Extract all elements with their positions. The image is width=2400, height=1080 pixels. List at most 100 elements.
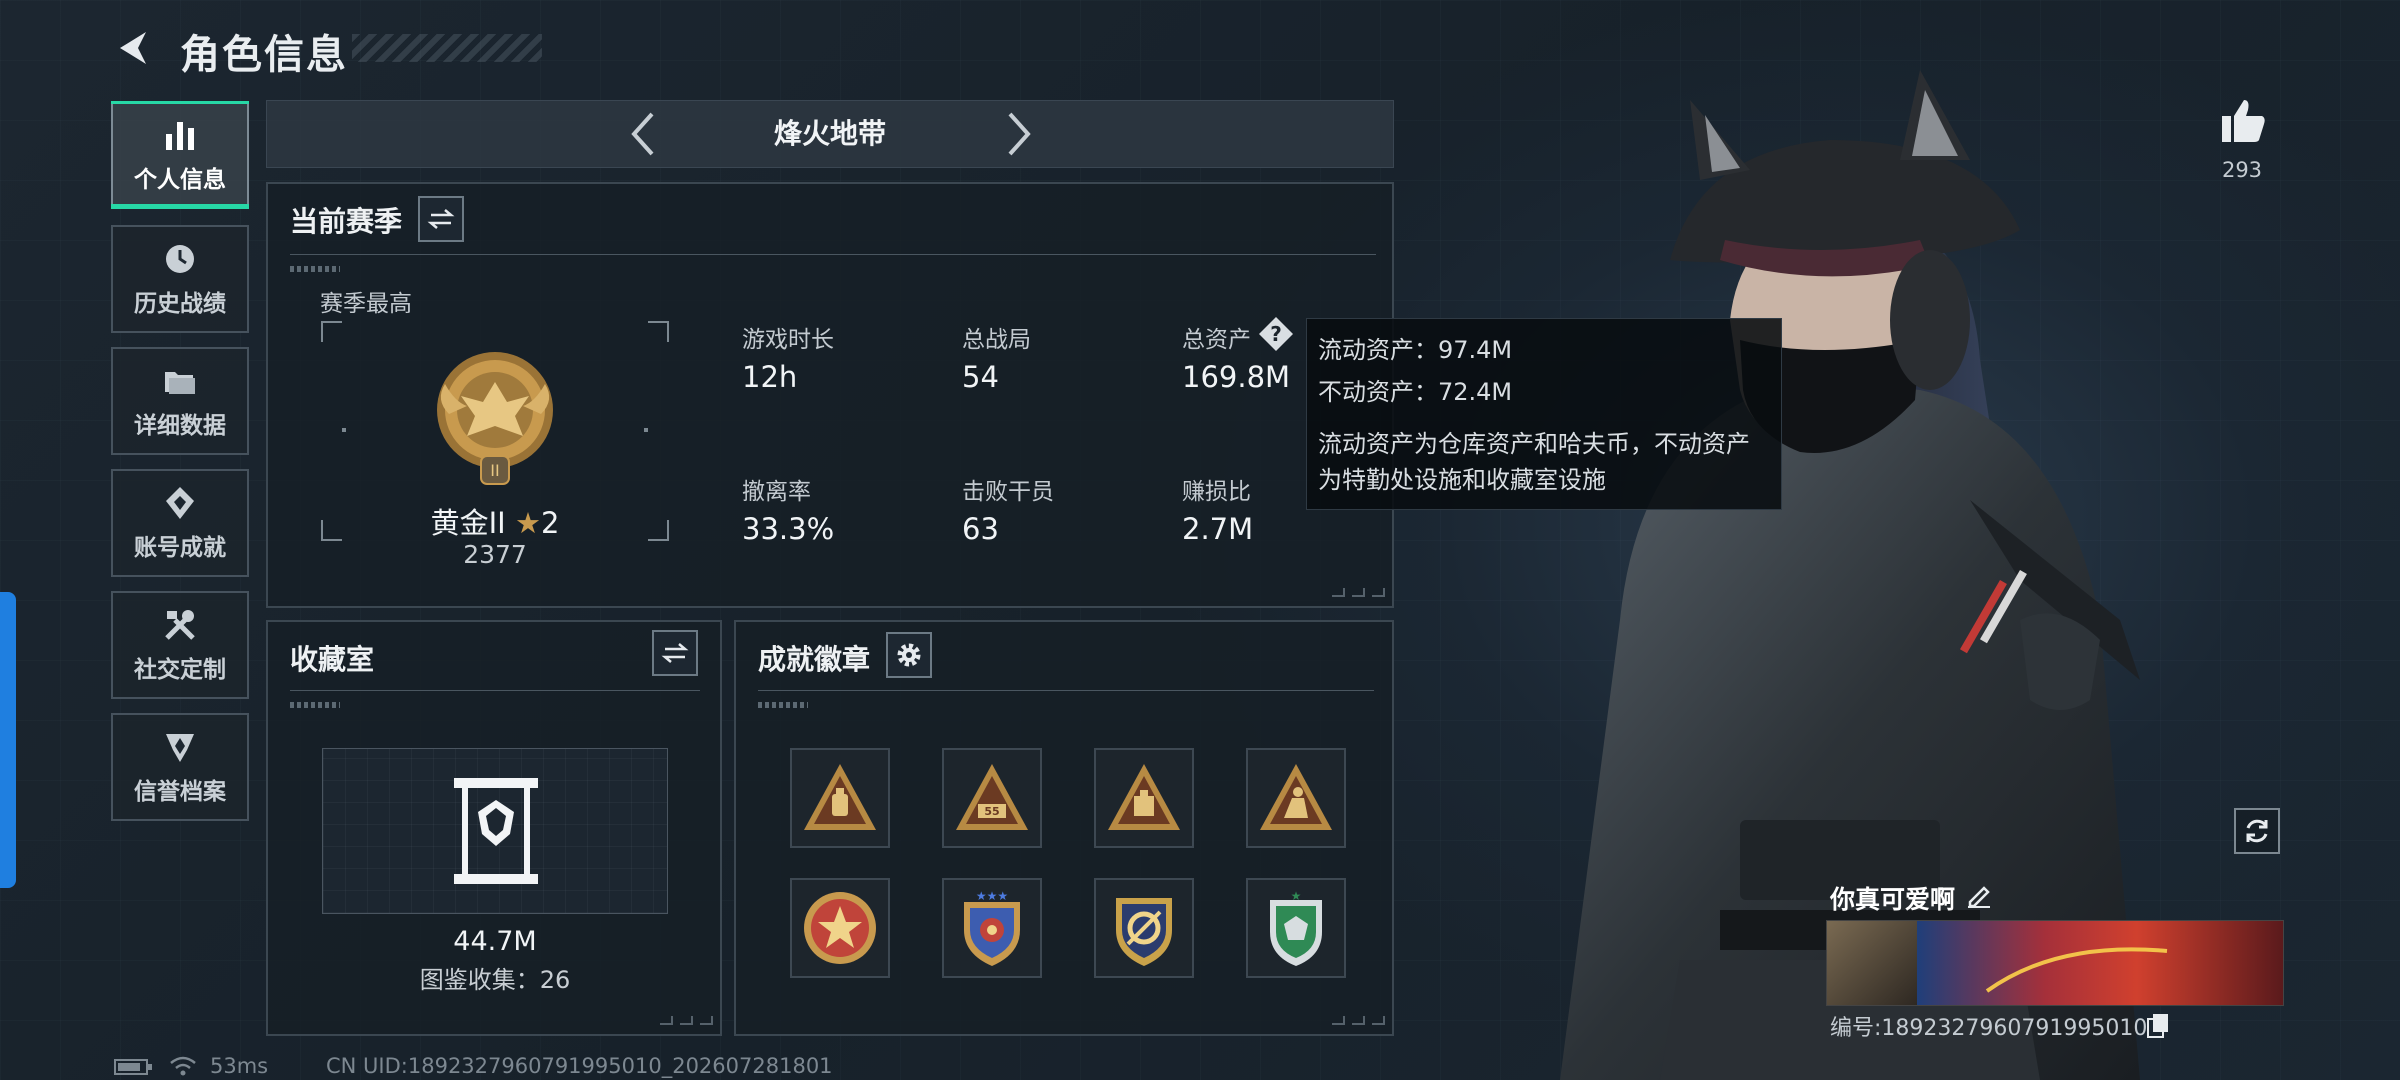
collection-title: 收藏室 [290, 643, 375, 676]
nav-item-reputation[interactable]: 信誉档案 [111, 713, 249, 821]
gold-rank-emblem-icon: II [437, 352, 553, 485]
rank-points: 2377 [463, 540, 527, 569]
tooltip-desc-line1: 流动资产为仓库资产和哈夫币，不动资产 [1318, 430, 1750, 458]
folder-icon [165, 372, 195, 394]
stat-value-playtime: 12h [742, 360, 798, 394]
season-title: 当前赛季 [290, 205, 403, 238]
stat-value-extraction: 33.3% [742, 512, 835, 546]
panel-corner-decoration [660, 1016, 713, 1025]
panel-decoration [758, 702, 808, 708]
achievement-badge-slot[interactable] [1094, 748, 1194, 848]
shield-icon [166, 734, 194, 762]
badge-shield-ring-icon [1116, 898, 1172, 966]
nav-item-achievements[interactable]: 账号成就 [111, 469, 249, 577]
stat-label-profit-ratio: 赚损比 [1182, 479, 1251, 505]
nav-label: 个人信息 [134, 167, 226, 193]
achievements-title: 成就徽章 [758, 643, 871, 676]
bar-chart-icon [166, 122, 194, 150]
nav-label: 信誉档案 [134, 779, 226, 805]
swap-icon [427, 209, 455, 229]
page-title: 角色信息 [180, 32, 348, 78]
rotate-model-button[interactable] [2234, 808, 2280, 854]
achievement-icon [166, 487, 194, 519]
nav-item-social[interactable]: 社交定制 [111, 591, 249, 699]
achievement-badge-slot[interactable]: ★★★ [942, 878, 1042, 978]
achievement-badge-slot[interactable]: 55 [942, 748, 1042, 848]
wifi-icon [170, 1056, 196, 1076]
stat-label-kills: 击败干员 [962, 479, 1054, 505]
help-icon[interactable]: ? [1258, 316, 1294, 352]
achievement-badge-slot[interactable] [790, 878, 890, 978]
svg-text:★★★: ★★★ [976, 889, 1008, 903]
title-decoration [352, 34, 542, 62]
collection-count: 图鉴收集：26 [419, 966, 571, 994]
badge-triangle-bag-icon [804, 764, 876, 830]
badge-shield-green-icon: ★ [1270, 889, 1322, 966]
rank-stars: 2 [540, 506, 560, 540]
nav-item-personal-info[interactable]: 个人信息 [111, 101, 249, 209]
badge-triangle-box-icon [1108, 764, 1180, 830]
tooltip-fixed-assets: 不动资产：72.4M [1318, 378, 1513, 406]
svg-text:?: ? [1270, 322, 1282, 346]
rank-name: 黄金II [430, 506, 506, 540]
panel-decoration [290, 266, 340, 272]
achievement-badge-slot[interactable]: ★ [1246, 878, 1346, 978]
stat-value-assets: 169.8M [1182, 360, 1291, 394]
display-case-icon [454, 778, 538, 884]
svg-text:★: ★ [1291, 889, 1302, 903]
svg-text:55: 55 [984, 805, 999, 818]
player-banner[interactable] [1826, 920, 2284, 1006]
nav-label: 详细数据 [134, 413, 226, 439]
player-id: 编号:1892327960791995010 [1830, 1016, 2148, 1041]
collection-value: 44.7M [453, 926, 537, 957]
like-count: 293 [2221, 158, 2263, 182]
swap-icon [661, 643, 689, 663]
prev-mode-arrow-icon[interactable] [624, 110, 664, 158]
stat-value-kills: 63 [962, 512, 999, 546]
badge-triangle-55-icon: 55 [956, 764, 1028, 830]
ping-text: 53ms [210, 1054, 269, 1078]
collection-divider [290, 690, 700, 691]
player-name: 你真可爱啊 [1830, 885, 1956, 914]
achievement-badge-slot[interactable] [1094, 878, 1194, 978]
stat-value-profit-ratio: 2.7M [1182, 512, 1254, 546]
edit-pencil-icon[interactable] [1966, 882, 1992, 908]
nav-item-detail-data[interactable]: 详细数据 [111, 347, 249, 455]
achievements-settings-button[interactable] [886, 632, 932, 678]
panel-corner-decoration [1332, 1016, 1385, 1025]
badge-round-star-icon [804, 892, 876, 964]
achievements-divider [758, 690, 1374, 691]
clock-icon [166, 245, 194, 273]
badge-triangle-figure-icon [1260, 764, 1332, 830]
thumbs-up-icon[interactable] [2218, 96, 2268, 146]
season-divider [290, 254, 1376, 255]
tools-icon [165, 610, 195, 640]
tooltip-desc-line2: 为特勤处设施和收藏室设施 [1318, 466, 1606, 494]
collection-switch-button[interactable] [652, 630, 698, 676]
stat-label-extraction: 撤离率 [742, 479, 811, 505]
achievement-badge-slot[interactable] [790, 748, 890, 848]
copy-icon[interactable] [2146, 1012, 2170, 1038]
banner-blade-decoration [1985, 947, 2168, 993]
side-drawer-tab[interactable] [0, 592, 16, 888]
achievement-badge-slot[interactable] [1246, 748, 1346, 848]
gear-icon [897, 643, 921, 667]
stat-label-playtime: 游戏时长 [742, 327, 834, 353]
uid-text: CN UID:1892327960791995010_202607281801 [326, 1054, 833, 1078]
battery-icon [114, 1059, 152, 1075]
stat-label-assets: 总资产 [1182, 327, 1251, 353]
nav-item-history[interactable]: 历史战绩 [111, 225, 249, 333]
season-switch-button[interactable] [418, 196, 464, 242]
next-mode-arrow-icon[interactable] [998, 110, 1038, 158]
star-icon: ★ [514, 506, 541, 540]
nav-label: 历史战绩 [134, 291, 226, 317]
player-avatar [1827, 921, 1917, 1005]
rank-label: 黄金II ★2 [425, 500, 565, 542]
nav-label: 社交定制 [134, 657, 226, 683]
stat-value-matches: 54 [962, 360, 999, 394]
tooltip-liquid-assets: 流动资产：97.4M [1318, 336, 1513, 364]
badge-shield-stars-icon: ★★★ [964, 889, 1020, 966]
refresh-icon [2246, 819, 2268, 843]
nav-label: 账号成就 [134, 535, 226, 561]
back-arrow-icon[interactable] [112, 26, 156, 70]
